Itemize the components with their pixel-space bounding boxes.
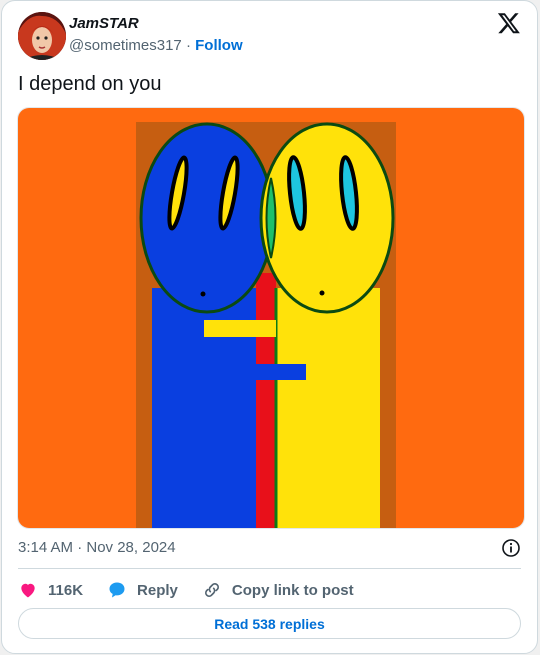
heart-icon <box>21 583 35 598</box>
reply-bubble-icon <box>109 582 125 598</box>
link-icon <box>204 583 219 597</box>
follow-button[interactable]: Follow <box>195 37 243 54</box>
divider <box>18 568 521 569</box>
tweet-timestamp[interactable]: 3:14 AM · Nov 28, 2024 <box>18 539 176 556</box>
reply-button[interactable]: Reply <box>107 580 178 600</box>
avatar[interactable] <box>18 12 66 60</box>
like-count: 116K <box>48 581 84 599</box>
author-handle-row: @sometimes317 · Follow <box>69 37 243 54</box>
separator: · <box>185 37 191 54</box>
x-logo-icon[interactable] <box>497 11 521 35</box>
info-icon[interactable] <box>501 538 521 558</box>
read-replies-button[interactable]: Read 538 replies <box>18 608 521 639</box>
reply-label: Reply <box>137 581 178 599</box>
tweet-text: I depend on you <box>18 73 162 95</box>
author-name[interactable]: JamSTAR <box>69 15 139 32</box>
tweet-card: JamSTAR @sometimes317 · Follow I depend … <box>1 0 538 654</box>
tweet-image[interactable] <box>17 107 525 529</box>
action-bar: 116K Reply Copy link to post <box>18 579 378 601</box>
author-handle[interactable]: @sometimes317 <box>69 37 182 54</box>
copy-link-label: Copy link to post <box>231 581 354 599</box>
copy-link-button[interactable]: Copy link to post <box>202 580 354 600</box>
like-button[interactable]: 116K <box>18 580 83 600</box>
